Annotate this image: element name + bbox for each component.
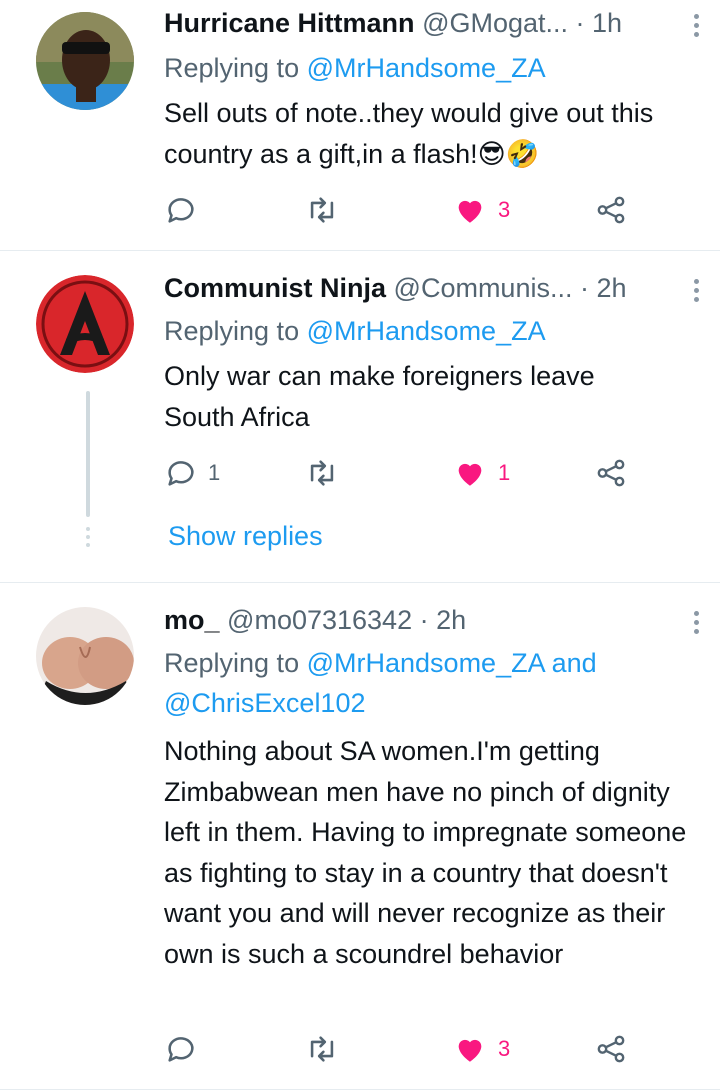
tweet-text: Sell outs of note..they would give out t… (164, 98, 654, 169)
share-button[interactable] (594, 451, 628, 495)
avatar[interactable] (36, 607, 134, 705)
replying-prefix: Replying to (164, 648, 300, 678)
avatar[interactable] (36, 275, 134, 373)
replying-to: Replying to @MrHandsome_ZA (164, 48, 680, 88)
heart-icon (458, 200, 482, 223)
share-button[interactable] (594, 188, 628, 232)
retweet-icon (310, 1036, 334, 1062)
reply-icon (168, 1037, 194, 1062)
tweet[interactable]: Hurricane Hittmann @GMogat... · 1h Reply… (0, 0, 720, 250)
share-icon (597, 196, 625, 224)
tweet-actions: 1 1 (164, 451, 644, 495)
retweet-button[interactable] (304, 188, 350, 232)
share-button[interactable] (594, 1027, 628, 1071)
heart-icon (458, 1039, 482, 1062)
replying-to-link[interactable]: @MrHandsome_ZA (307, 53, 546, 83)
retweet-button[interactable] (304, 1027, 350, 1071)
handle[interactable]: @GMogat... (422, 8, 568, 38)
retweet-icon (310, 460, 334, 486)
thread-dots (86, 527, 90, 551)
reply-icon (168, 198, 194, 223)
handle[interactable]: @mo07316342 (227, 605, 412, 635)
tweet-actions: 3 (164, 1027, 644, 1071)
share-icon (597, 1035, 625, 1063)
like-button[interactable]: 3 (452, 1027, 510, 1071)
replying-to: Replying to @MrHandsome_ZA (164, 311, 680, 351)
like-count: 3 (498, 1036, 511, 1061)
more-icon[interactable] (692, 279, 700, 306)
more-icon[interactable] (692, 611, 700, 638)
reply-button[interactable] (164, 188, 208, 232)
tweet[interactable]: Communist Ninja @Communis... · 2h Replyi… (0, 251, 720, 581)
handle[interactable]: @Communis... (394, 273, 573, 303)
like-count: 1 (498, 460, 511, 485)
retweet-button[interactable] (304, 451, 350, 495)
like-count: 3 (498, 197, 511, 222)
display-name[interactable]: Hurricane Hittmann (164, 8, 415, 38)
tweet-header: Communist Ninja @Communis... · 2h (164, 271, 668, 305)
reply-count: 1 (208, 460, 221, 485)
reply-button[interactable] (164, 1027, 208, 1071)
avatar[interactable] (36, 12, 134, 110)
tweet-text: Nothing about SA women.I'm getting Zimba… (164, 736, 687, 969)
replying-to-link[interactable]: @MrHandsome_ZA (307, 316, 546, 346)
display-name[interactable]: mo_ (164, 605, 220, 635)
share-icon (597, 459, 625, 487)
reply-icon (168, 461, 194, 486)
like-button[interactable]: 1 (452, 451, 510, 495)
timestamp[interactable]: · 1h (576, 8, 623, 38)
tweet-actions: 3 (164, 188, 644, 232)
divider (0, 1089, 720, 1090)
timestamp[interactable]: · 2h (580, 273, 627, 303)
replying-to: Replying to @MrHandsome_ZA and @ChrisExc… (164, 643, 664, 723)
tweet-header: mo_ @mo07316342 · 2h (164, 603, 668, 637)
tweet[interactable]: mo_ @mo07316342 · 2h Replying to @MrHand… (0, 583, 720, 1091)
like-button[interactable]: 3 (452, 188, 510, 232)
retweet-icon (310, 197, 334, 223)
display-name[interactable]: Communist Ninja (164, 273, 386, 303)
timestamp[interactable]: · 2h (420, 605, 467, 635)
reply-button[interactable]: 1 (164, 451, 220, 495)
replying-prefix: Replying to (164, 316, 300, 346)
replying-prefix: Replying to (164, 53, 300, 83)
tweet-text: Only war can make foreigners leave South… (164, 361, 595, 432)
thread-line (86, 391, 90, 517)
more-icon[interactable] (692, 14, 700, 41)
heart-icon (458, 463, 482, 486)
tweet-header: Hurricane Hittmann @GMogat... · 1h (164, 6, 668, 40)
show-replies-link[interactable]: Show replies (168, 519, 323, 553)
